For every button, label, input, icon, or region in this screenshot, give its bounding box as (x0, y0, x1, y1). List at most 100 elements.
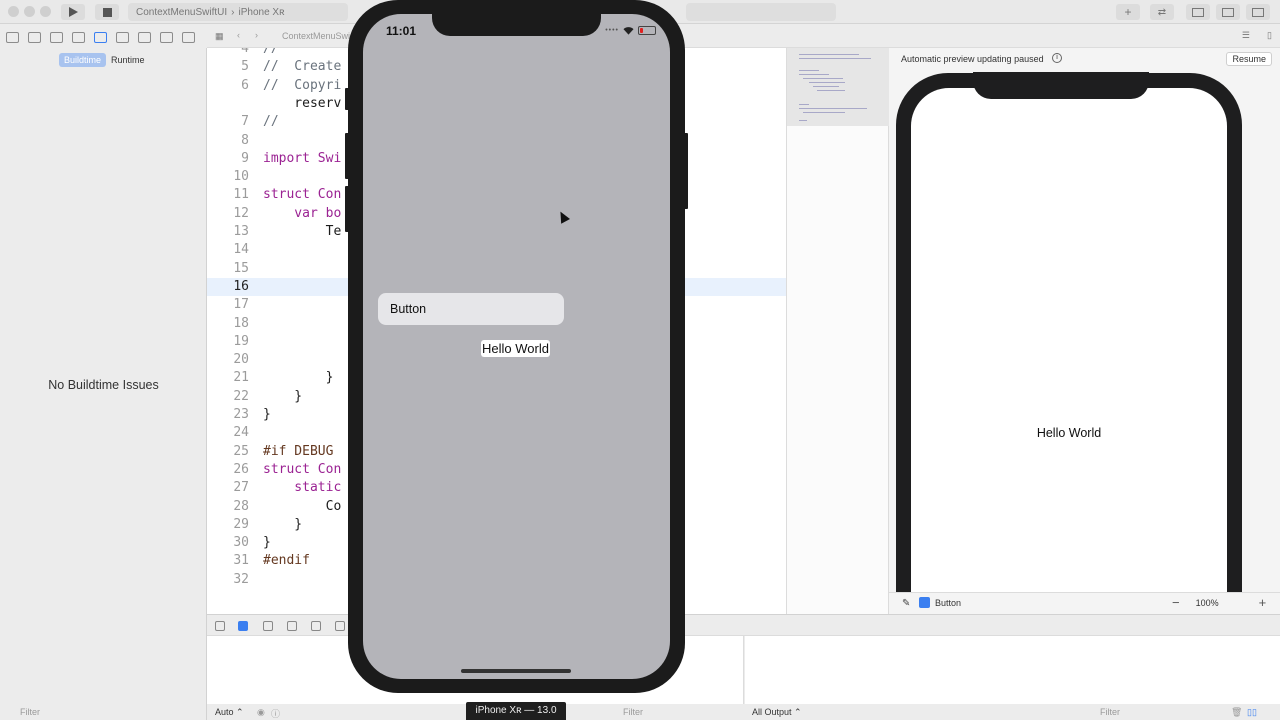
forward-arrow-icon[interactable]: › (255, 30, 258, 40)
hierarchy-icon[interactable] (50, 31, 63, 43)
preview-screen[interactable]: Hello World (911, 88, 1227, 614)
zoom-in-icon[interactable]: + (1259, 596, 1267, 609)
preview-icon (919, 597, 930, 608)
line-number: 13 (233, 224, 249, 239)
preview-selector[interactable]: Button (919, 597, 961, 608)
panel-bottom-icon (1222, 7, 1234, 17)
cellular-icon: •••• (605, 27, 619, 34)
variables-scope-popup[interactable]: Auto ⌃ (215, 707, 244, 718)
code-text: } (263, 516, 303, 532)
back-arrow-icon[interactable]: ‹ (237, 30, 240, 40)
code-text: import Swi (263, 150, 342, 166)
breakpoints-toggle-icon[interactable] (238, 621, 248, 631)
context-menu-button[interactable]: Button (378, 293, 564, 325)
status-time: 11:01 (386, 24, 417, 38)
code-text: #endif (263, 553, 310, 569)
trash-icon[interactable]: 🗑 (1231, 707, 1242, 718)
grid-icon[interactable]: ▦ (215, 31, 224, 42)
stop-button[interactable] (95, 4, 119, 20)
debug-icon[interactable] (138, 31, 151, 43)
line-number: 9 (241, 150, 249, 166)
line-number: 15 (233, 260, 249, 276)
step-out-icon[interactable] (335, 621, 345, 631)
filter-placeholder: Filter (1100, 707, 1120, 717)
minimap[interactable] (787, 48, 889, 614)
mute-switch (345, 88, 349, 110)
toggle-debug-area-button[interactable] (1216, 4, 1240, 20)
tab-runtime[interactable]: Runtime (106, 53, 150, 67)
scheme-project: ContextMenuSwiftUI (136, 6, 228, 18)
line-number: 29 (233, 516, 249, 532)
minimize-window-button[interactable] (24, 6, 35, 17)
line-number: 21 (233, 370, 249, 386)
minimap-visible-region[interactable] (787, 48, 889, 126)
hello-world-preview[interactable]: Hello World (481, 340, 550, 357)
home-indicator[interactable] (461, 669, 571, 673)
step-into-icon[interactable] (311, 621, 321, 631)
test-diamond-icon[interactable] (116, 31, 129, 43)
hide-debug-area-icon[interactable] (215, 621, 225, 631)
status-icons: •••• (605, 26, 656, 35)
preview-hello-text: Hello World (1036, 426, 1102, 440)
folder-icon[interactable] (6, 31, 19, 43)
toggle-inspector-button[interactable] (1246, 4, 1270, 20)
tab-buildtime[interactable]: Buildtime (59, 53, 107, 67)
canvas-footer: ✎ Button − 100% + (889, 592, 1280, 614)
line-number: 27 (233, 480, 249, 496)
swap-icon: ⇄ (1157, 6, 1167, 18)
empty-state-message: No Buildtime Issues (48, 378, 159, 392)
code-review-button[interactable]: ⇄ (1150, 4, 1174, 20)
console-filter-field[interactable]: Filter (1100, 707, 1120, 717)
variables-filter-field[interactable]: Filter (623, 707, 643, 717)
code-text: struct Con (263, 187, 342, 203)
simulator-device: 11:01 •••• Button Hello World (345, 0, 688, 693)
step-over-icon[interactable] (287, 621, 297, 631)
preview-canvas: Automatic preview updating paused i Resu… (889, 48, 1280, 614)
find-icon[interactable] (72, 31, 85, 43)
volume-up-button[interactable] (345, 133, 349, 179)
debug-bottom-bar: Auto ⌃ ◉ ⓘ Filter All Output ⌃ Filter 🗑 … (207, 704, 1280, 720)
line-number: 18 (233, 315, 249, 331)
editor-options-icon[interactable]: ☰ (1242, 30, 1250, 41)
line-number: 11 (233, 187, 249, 203)
resume-button[interactable]: Resume (1226, 52, 1272, 66)
issue-warning-icon[interactable] (94, 31, 107, 43)
activity-viewer (686, 3, 836, 21)
pause-icon[interactable] (263, 621, 273, 631)
close-window-button[interactable] (8, 6, 19, 17)
info-icon[interactable]: ⓘ (271, 707, 280, 720)
volume-down-button[interactable] (345, 186, 349, 232)
stop-icon (102, 7, 112, 17)
split-editor-icon[interactable]: ▯ (1267, 30, 1272, 41)
code-text: // (263, 114, 279, 130)
zoom-window-button[interactable] (40, 6, 51, 17)
console-view[interactable] (745, 636, 1280, 704)
run-button[interactable] (61, 4, 85, 20)
simulator-screen[interactable]: 11:01 •••• Button Hello World (363, 14, 670, 679)
line-number: 28 (233, 498, 249, 514)
scheme-selector[interactable]: ContextMenuSwiftUI › iPhone Xʀ (128, 3, 348, 21)
zoom-out-icon[interactable]: − (1172, 596, 1180, 609)
canvas-header: Automatic preview updating paused i Resu… (889, 48, 1280, 70)
eye-icon[interactable]: ◉ (257, 707, 265, 718)
simulator-title: iPhone Xʀ — 13.0 (466, 702, 566, 720)
split-view-icon[interactable]: ▯▯ (1247, 707, 1257, 718)
source-control-icon[interactable] (28, 31, 41, 43)
toggle-navigator-button[interactable] (1186, 4, 1210, 20)
line-number: 22 (233, 388, 249, 404)
pin-icon[interactable]: ✎ (902, 598, 910, 609)
info-icon[interactable]: i (1052, 53, 1062, 63)
line-number: 7 (241, 114, 249, 130)
side-button[interactable] (684, 133, 688, 209)
breadcrumb-file[interactable]: ContextMenuSwi (282, 31, 350, 41)
line-number: 20 (233, 352, 249, 368)
code-text: } (263, 370, 334, 386)
output-popup[interactable]: All Output ⌃ (752, 707, 802, 718)
breakpoint-icon[interactable] (160, 31, 173, 43)
line-number: 30 (233, 535, 249, 551)
report-icon[interactable] (182, 31, 195, 43)
navigator-filter-field[interactable]: Filter (0, 704, 207, 720)
code-text: } (263, 535, 271, 551)
code-text: // (263, 48, 279, 56)
library-button[interactable]: + (1116, 4, 1140, 20)
